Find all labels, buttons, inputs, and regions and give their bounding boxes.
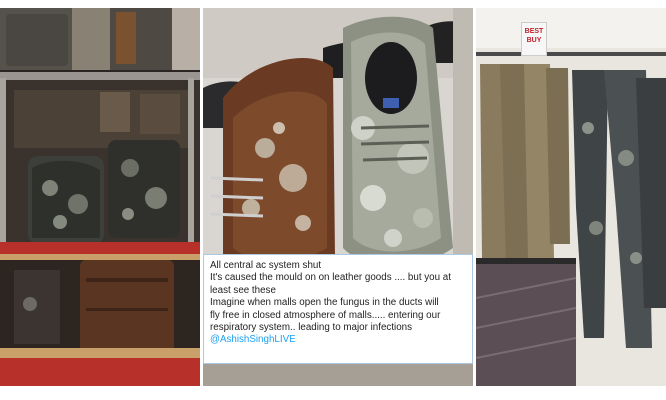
tweet-line-4: Imagine when malls open the fungus in th… <box>210 297 439 309</box>
tweet-caption-box: All central ac system shut It's caused t… <box>203 254 473 364</box>
shelf-illustration <box>0 8 200 386</box>
photo-store-shelf <box>0 8 200 386</box>
trousers-illustration <box>476 8 666 386</box>
tweet-line-1: All central ac system shut <box>210 260 322 271</box>
tweet-line-6: respiratory system.. leading to major in… <box>210 322 413 334</box>
tweet-handle-link[interactable]: @AshishSinghLIVE <box>210 334 466 346</box>
sign-line-1: BEST <box>524 28 544 35</box>
sign-line-2: BUY <box>526 37 542 44</box>
tweet-line-2: It's caused the mould on on leather good… <box>210 272 451 284</box>
tweet-line-3: least see these <box>210 284 276 296</box>
best-buy-sign: BEST BUY <box>521 22 547 56</box>
photo-trousers-rack <box>476 8 666 386</box>
tweet-line-5: fly free in closed atmosphere of malls..… <box>210 309 441 321</box>
